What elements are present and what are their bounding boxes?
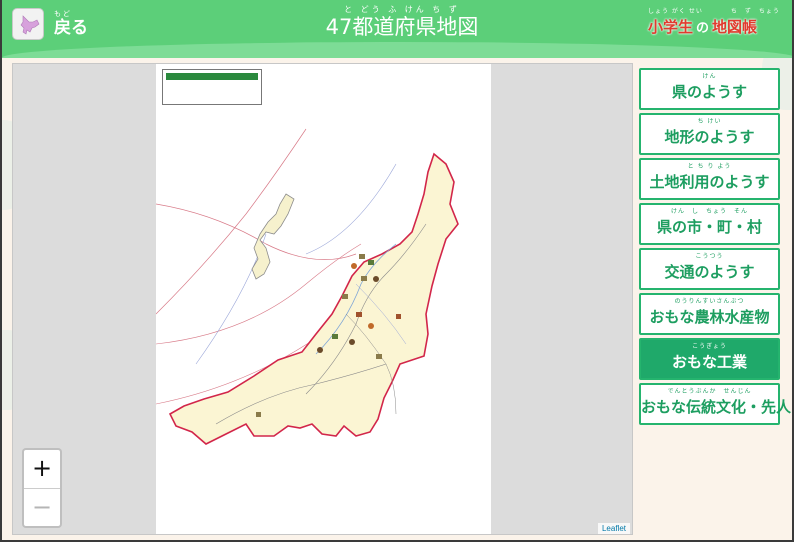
niigata-map (156, 128, 459, 445)
menu-item-ruby: こうぎょう (692, 343, 727, 350)
header-wave (2, 42, 792, 58)
zoom-in-button[interactable]: + (24, 450, 60, 488)
menu-item-label: 地形のようす (664, 128, 755, 146)
menu-item-terrain[interactable]: ち けい 地形のようす (639, 113, 780, 155)
app-frame: もど 戻る と どう ふ けん ち ず 47都道府県地図 しょう がく せい ち… (0, 0, 794, 542)
map-viewer[interactable]: + − Leaflet (12, 63, 633, 535)
menu-item-land-use[interactable]: と ち り よう 土地利用のようす (639, 158, 780, 200)
menu-item-label: おもな工業 (671, 353, 747, 371)
hokkaido-shape (20, 15, 40, 35)
menu-item-label: おもな伝統文化・先人 (641, 398, 792, 416)
back-link[interactable]: もど 戻る (54, 10, 88, 38)
back-label: 戻る (54, 18, 88, 38)
menu-item-municipalities[interactable]: けん し ちょう そん 県の市・町・村 (639, 203, 780, 245)
map-legend (162, 69, 262, 105)
logo: しょう がく せい ち ず ちょう 小学生の地図帳 (648, 8, 780, 37)
menu-item-label: おもな農林水産物 (649, 308, 770, 326)
logo-ruby: しょう がく せい ち ず ちょう (648, 8, 780, 15)
logo-part-2: の (696, 21, 710, 36)
menu-item-ruby: でんとうぶんか せんじん (667, 388, 752, 395)
title-label: 47都道府県地図 (325, 15, 479, 39)
menu-item-label: 交通のようす (664, 263, 755, 281)
page-title: と どう ふ けん ち ず 47都道府県地図 (302, 6, 502, 40)
map-sheet[interactable] (156, 64, 491, 534)
menu-item-ruby: けん (702, 73, 717, 80)
menu-item-label: 土地利用のようす (649, 173, 770, 191)
menu-item-label: 県の市・町・村 (656, 218, 762, 236)
logo-part-1: 小学生 (648, 18, 694, 36)
back-ruby: もど (54, 10, 72, 18)
zoom-control: + − (22, 448, 62, 528)
zoom-out-button[interactable]: − (24, 488, 60, 526)
menu-item-ruby: ち けい (697, 118, 722, 125)
menu-item-label: 県のようす (671, 83, 747, 101)
title-ruby: と どう ふ けん ち ず (344, 5, 460, 14)
menu-item-ruby: こうつう (695, 253, 724, 260)
legend-title-bar (166, 73, 258, 80)
header-bar: もど 戻る と どう ふ けん ち ず 47都道府県地図 しょう がく せい ち… (2, 0, 792, 58)
menu-item-traditional-culture[interactable]: でんとうぶんか せんじん おもな伝統文化・先人 (639, 383, 792, 425)
map-attribution[interactable]: Leaflet (597, 523, 630, 534)
logo-part-3: 地図帳 (712, 18, 758, 36)
menu-item-ruby: と ち り よう (687, 163, 732, 170)
menu-item-agriculture[interactable]: のうりんすいさんぶつ おもな農林水産物 (639, 293, 780, 335)
menu-item-ruby: けん し ちょう そん (670, 208, 748, 215)
menu-item-transport[interactable]: こうつう 交通のようす (639, 248, 780, 290)
hokkaido-icon[interactable] (12, 8, 44, 40)
menu-item-prefecture[interactable]: けん 県のようす (639, 68, 780, 110)
menu-item-industry[interactable]: こうぎょう おもな工業 (639, 338, 780, 380)
menu-item-ruby: のうりんすいさんぶつ (674, 298, 745, 305)
